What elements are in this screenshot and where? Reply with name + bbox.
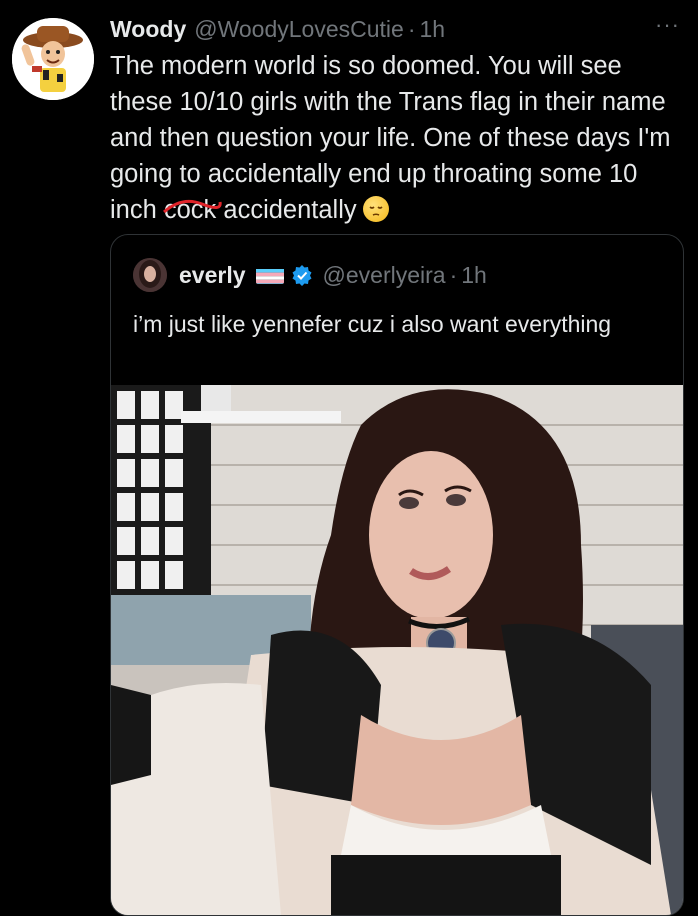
tweet-header: Woody @WoodyLovesCutie · 1h ··· [110,12,680,46]
avatar[interactable] [12,18,94,100]
quoted-timestamp[interactable]: 1h [461,262,487,289]
timestamp[interactable]: 1h [420,16,446,43]
red-scribble-icon [162,199,222,214]
tweet-text: The modern world is so doomed. You will … [110,48,685,228]
tweet-text-end: accidentally [216,196,357,224]
woody-avatar-icon [12,18,94,100]
more-dots-icon[interactable]: ··· [655,12,680,38]
pensive-face-icon [362,196,389,222]
quoted-author-handle[interactable]: @everlyeira [323,262,446,289]
separator-dot: · [407,15,416,42]
tweet[interactable]: Woody @WoodyLovesCutie · 1h ··· The mode… [0,0,698,916]
everly-avatar-icon [133,258,167,292]
quoted-author-name[interactable]: everly [179,262,246,289]
quoted-separator-dot: · [449,261,458,288]
author-name[interactable]: Woody [110,16,186,43]
struck-word-wrap: cock [162,192,222,228]
author-handle[interactable]: @WoodyLovesCutie [194,16,404,43]
trans-flag-icon [255,266,284,284]
quoted-header: everly @everlyeira · 1h [133,257,487,293]
quoted-avatar[interactable] [133,258,167,292]
quoted-photo[interactable] [111,385,683,915]
quoted-text: i’m just like yennefer cuz i also want e… [133,311,612,337]
quoted-tweet[interactable]: everly @everlyeira · 1h i’m just like ye… [110,234,684,916]
verified-badge-icon [291,264,313,286]
